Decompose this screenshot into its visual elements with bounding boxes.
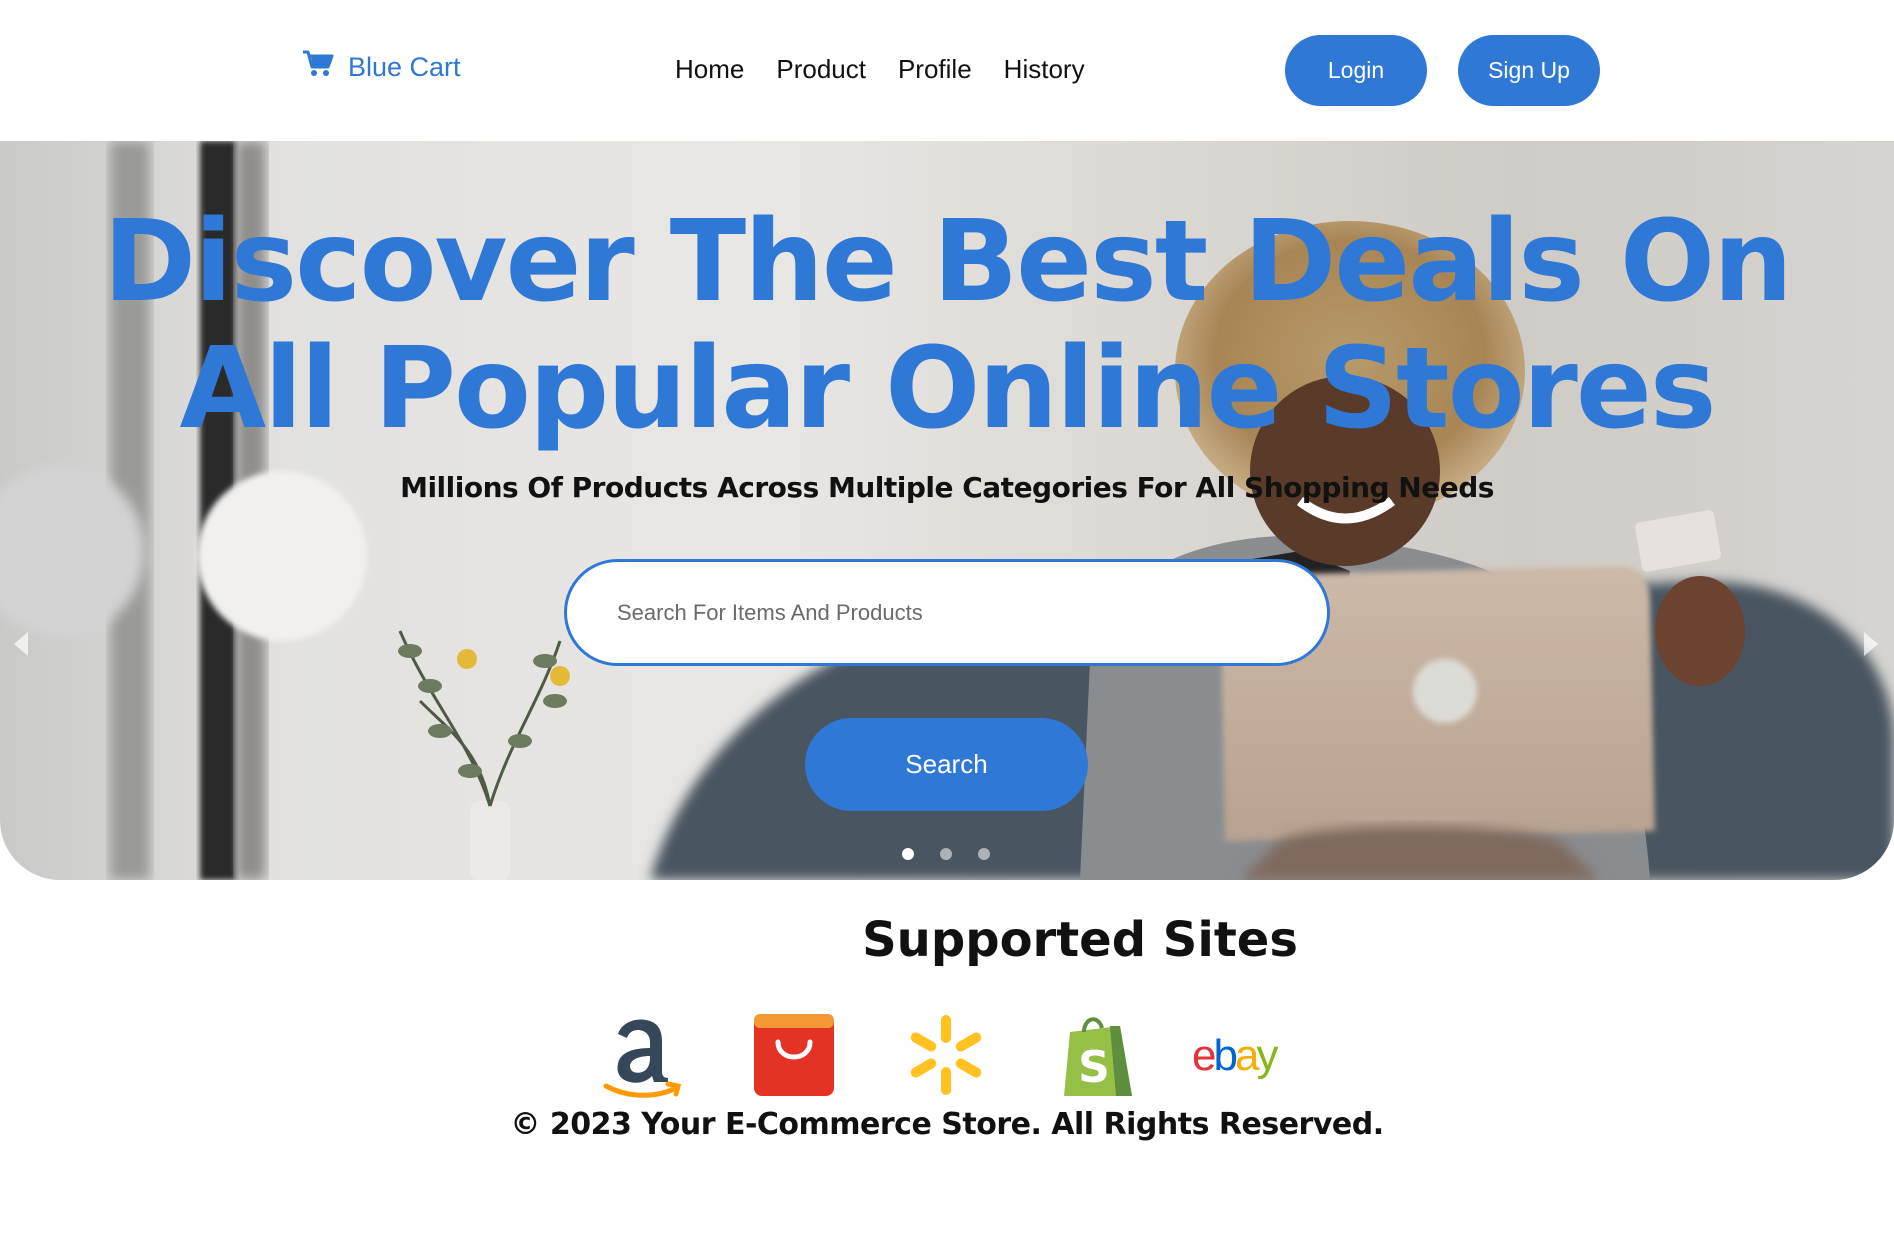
carousel-dot-1[interactable] (902, 848, 914, 860)
search-button[interactable]: Search (805, 718, 1088, 811)
carousel-prev-arrow[interactable] (14, 632, 28, 656)
carousel-dot-2[interactable] (940, 848, 952, 860)
search-input[interactable] (564, 559, 1330, 666)
footer-copyright: © 2023 Your E-Commerce Store. All Rights… (510, 1107, 1384, 1142)
signup-button[interactable]: Sign Up (1458, 35, 1600, 106)
nav-link-profile[interactable]: Profile (898, 54, 972, 85)
carousel-next-arrow[interactable] (1864, 632, 1878, 656)
hero-subtitle: Millions Of Products Across Multiple Cat… (400, 471, 1494, 504)
login-button[interactable]: Login (1285, 35, 1427, 106)
nav-link-home[interactable]: Home (675, 54, 744, 85)
walmart-spark-icon[interactable] (902, 1010, 990, 1100)
carousel-indicators (902, 848, 990, 860)
hero-title-line-1: Discover The Best Deals On (103, 197, 1793, 327)
hero-title-line-2: All Popular Online Stores (179, 324, 1716, 454)
nav-link-product[interactable]: Product (776, 54, 866, 85)
supported-sites-title: Supported Sites (862, 912, 1298, 968)
svg-text:ebay: ebay (1192, 1031, 1278, 1080)
carousel-dot-3[interactable] (978, 848, 990, 860)
hero-title: Discover The Best Deals On All Popular O… (0, 199, 1894, 453)
amazon-logo-icon[interactable] (598, 1010, 686, 1100)
svg-text:S: S (1078, 1042, 1110, 1093)
aliexpress-bag-icon[interactable] (750, 1010, 838, 1100)
cart-icon (302, 50, 334, 85)
brand-logo[interactable]: Blue Cart (302, 50, 461, 85)
brand-name: Blue Cart (348, 52, 461, 82)
hero-carousel: Discover The Best Deals On All Popular O… (0, 141, 1894, 880)
nav-link-history[interactable]: History (1004, 54, 1085, 85)
main-nav: Home Product Profile History (675, 54, 1085, 85)
ebay-logo-icon[interactable]: ebay (1192, 1010, 1302, 1100)
top-navbar: Blue Cart Home Product Profile History L… (0, 0, 1894, 140)
shopify-bag-icon[interactable]: S (1054, 1010, 1142, 1100)
supported-sites-logos: S ebay (0, 1010, 1894, 1100)
